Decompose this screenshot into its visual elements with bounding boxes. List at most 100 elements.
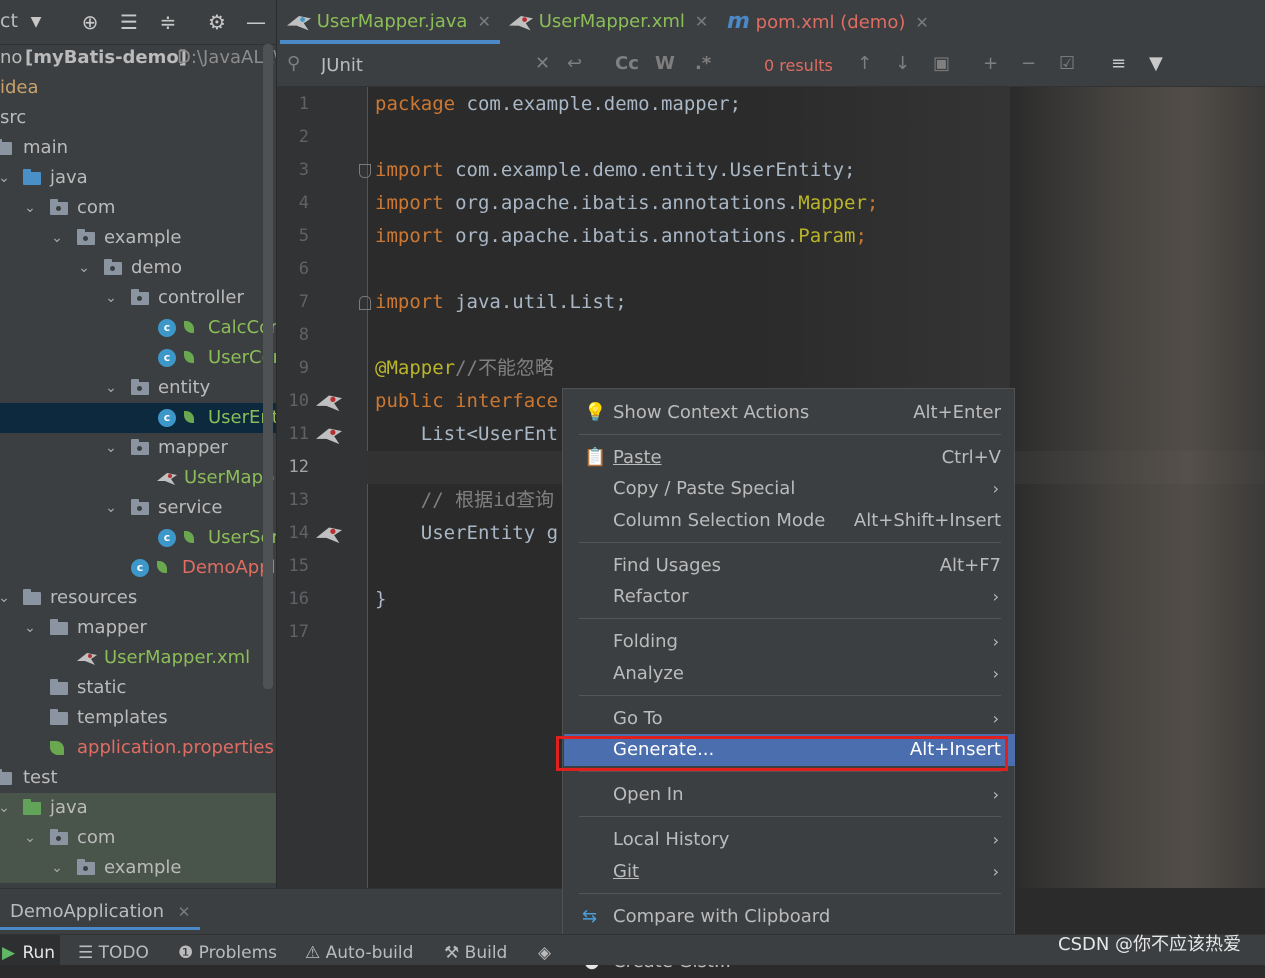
open-in-window-icon[interactable]: ▣	[933, 53, 950, 74]
mybatis-navigate-icon[interactable]	[316, 425, 342, 445]
chevron-down-icon[interactable]: ⌄	[103, 373, 119, 403]
code-line-1[interactable]: package com.example.demo.mapper;	[375, 88, 741, 121]
code-line-3[interactable]: import com.example.demo.entity.UserEntit…	[375, 154, 855, 187]
line-number[interactable]: 10	[277, 385, 309, 418]
line-number[interactable]: 13	[277, 484, 309, 517]
collapse-all-icon[interactable]: ☰	[117, 10, 141, 34]
add-selection-icon[interactable]: +	[983, 53, 998, 74]
line-number[interactable]: 14	[277, 517, 309, 550]
menu-item-go-to[interactable]: Go To ›	[564, 703, 1015, 735]
code-line-10[interactable]: public interface	[375, 385, 558, 418]
line-number[interactable]: 9	[277, 352, 309, 385]
tree-item-mapper-package[interactable]: ⌄ mapper	[0, 433, 276, 463]
fold-marker-icon[interactable]	[359, 164, 371, 178]
code-line-7[interactable]: import java.util.List;	[375, 286, 627, 319]
tab-pom-xml[interactable]: m pom.xml (demo) ✕	[727, 0, 929, 44]
mybatis-navigate-icon[interactable]	[316, 392, 342, 412]
filter-icon[interactable]: ▼	[1149, 53, 1163, 74]
chevron-down-icon[interactable]: ⌄	[49, 853, 65, 883]
run-tool-button[interactable]: ▶ Run	[0, 935, 60, 965]
tree-item-main[interactable]: main	[0, 133, 276, 163]
menu-item-refactor[interactable]: Refactor ›	[564, 581, 1015, 613]
line-number[interactable]: 6	[277, 253, 309, 286]
tree-item-java[interactable]: ⌄ java	[0, 163, 276, 193]
todo-tool-button[interactable]: ☰ TODO	[78, 935, 149, 965]
build-tool-button[interactable]: ⚒ Build	[444, 935, 507, 965]
chevron-down-icon[interactable]: ⌄	[103, 283, 119, 313]
code-line-14[interactable]: UserEntity g	[375, 517, 558, 550]
line-number[interactable]: 11	[277, 418, 309, 451]
line-number[interactable]: 7	[277, 286, 309, 319]
chevron-down-icon[interactable]: ⌄	[22, 193, 38, 223]
tree-item-test-com[interactable]: ⌄ com	[0, 823, 276, 853]
tree-item-userservice[interactable]: c UserSer	[0, 523, 276, 553]
gear-icon[interactable]: ⚙	[205, 10, 229, 34]
menu-item-folding[interactable]: Folding ›	[564, 626, 1015, 658]
menu-item-column-selection-mode[interactable]: Column Selection Mode Alt+Shift+Insert	[564, 505, 1015, 537]
tree-item-idea[interactable]: idea	[0, 73, 276, 103]
tree-item-service[interactable]: ⌄ service	[0, 493, 276, 523]
line-number[interactable]: 16	[277, 583, 309, 616]
tree-item-controller[interactable]: ⌄ controller	[0, 283, 276, 313]
replace-icon[interactable]: ↩	[567, 53, 582, 74]
tree-item-userentity[interactable]: c UserEnt	[0, 403, 276, 433]
line-number[interactable]: 5	[277, 220, 309, 253]
chevron-down-icon[interactable]: ⌄	[76, 253, 92, 283]
line-number[interactable]: 2	[277, 121, 309, 154]
tree-item-example[interactable]: ⌄ example	[0, 223, 276, 253]
code-line-16[interactable]: }	[375, 583, 386, 616]
tree-item-demoapplication[interactable]: c DemoAppl	[0, 553, 276, 583]
menu-item-paste[interactable]: 📋 Paste Ctrl+V	[564, 442, 1015, 474]
globe-icon[interactable]: ⊕	[78, 10, 102, 34]
code-line-11[interactable]: List<UserEnt	[375, 418, 558, 451]
menu-item-copy-paste-special[interactable]: Copy / Paste Special ›	[564, 473, 1015, 505]
chevron-down-icon[interactable]: ⌄	[49, 223, 65, 253]
remove-selection-icon[interactable]: −	[1021, 53, 1036, 74]
menu-item-find-usages[interactable]: Find Usages Alt+F7	[564, 550, 1015, 582]
chevron-down-icon[interactable]: ⌄	[0, 583, 12, 613]
chevron-down-icon[interactable]: ⌄	[22, 613, 38, 643]
code-line-5[interactable]: import org.apache.ibatis.annotations.Par…	[375, 220, 867, 253]
tree-item-static[interactable]: static	[0, 673, 276, 703]
search-input[interactable]	[319, 50, 523, 80]
auto-build-tool-button[interactable]: ⚠ Auto-build	[305, 935, 413, 965]
tree-item-test[interactable]: test	[0, 763, 276, 793]
minimize-icon[interactable]: —	[244, 10, 268, 34]
chevron-down-icon[interactable]: ⌄	[103, 493, 119, 523]
mybatis-navigate-icon[interactable]	[316, 524, 342, 544]
tree-item-test-java[interactable]: ⌄ java	[0, 793, 276, 823]
line-number[interactable]: 1	[277, 88, 309, 121]
expand-all-icon[interactable]: ≑	[156, 10, 180, 34]
search-icon[interactable]: ⚲	[287, 53, 300, 74]
close-icon[interactable]: ✕	[695, 12, 708, 31]
chevron-down-icon[interactable]: ▼	[24, 10, 48, 34]
line-number[interactable]: 12	[277, 451, 309, 484]
layers-tool-button[interactable]: ◈	[538, 935, 551, 965]
tree-item-application-properties[interactable]: application.properties	[0, 733, 276, 763]
tree-item-src[interactable]: src	[0, 103, 276, 133]
select-all-icon[interactable]: ☑	[1059, 53, 1075, 74]
clear-icon[interactable]: ✕	[535, 53, 550, 74]
menu-item-open-in[interactable]: Open In ›	[564, 779, 1015, 811]
tree-item-mapper-folder[interactable]: ⌄ mapper	[0, 613, 276, 643]
fold-marker-icon[interactable]	[359, 296, 371, 310]
next-occurrence-icon[interactable]: ↓	[895, 53, 910, 74]
close-icon[interactable]: ✕	[915, 13, 928, 32]
code-line-4[interactable]: import org.apache.ibatis.annotations.Map…	[375, 187, 878, 220]
line-number[interactable]: 4	[277, 187, 309, 220]
regex-icon[interactable]: .*	[695, 53, 711, 74]
prev-occurrence-icon[interactable]: ↑	[857, 53, 872, 74]
close-icon[interactable]: ✕	[178, 903, 191, 921]
tree-item-com[interactable]: ⌄ com	[0, 193, 276, 223]
line-number[interactable]: 15	[277, 550, 309, 583]
tree-item-resources[interactable]: ⌄ resources	[0, 583, 276, 613]
tree-item-usermapper-xml[interactable]: UserMapper.xml	[0, 643, 276, 673]
project-scrollbar[interactable]	[263, 44, 273, 689]
tree-item-calccontroller[interactable]: c CalcCor	[0, 313, 276, 343]
menu-item-analyze[interactable]: Analyze ›	[564, 658, 1015, 690]
line-number[interactable]: 8	[277, 319, 309, 352]
tab-usermapper-xml[interactable]: UserMapper.xml ✕	[509, 0, 708, 44]
tree-item-templates[interactable]: templates	[0, 703, 276, 733]
chevron-down-icon[interactable]: ⌄	[0, 793, 12, 823]
menu-item-show-context-actions[interactable]: 💡 Show Context Actions Alt+Enter	[564, 397, 1015, 429]
